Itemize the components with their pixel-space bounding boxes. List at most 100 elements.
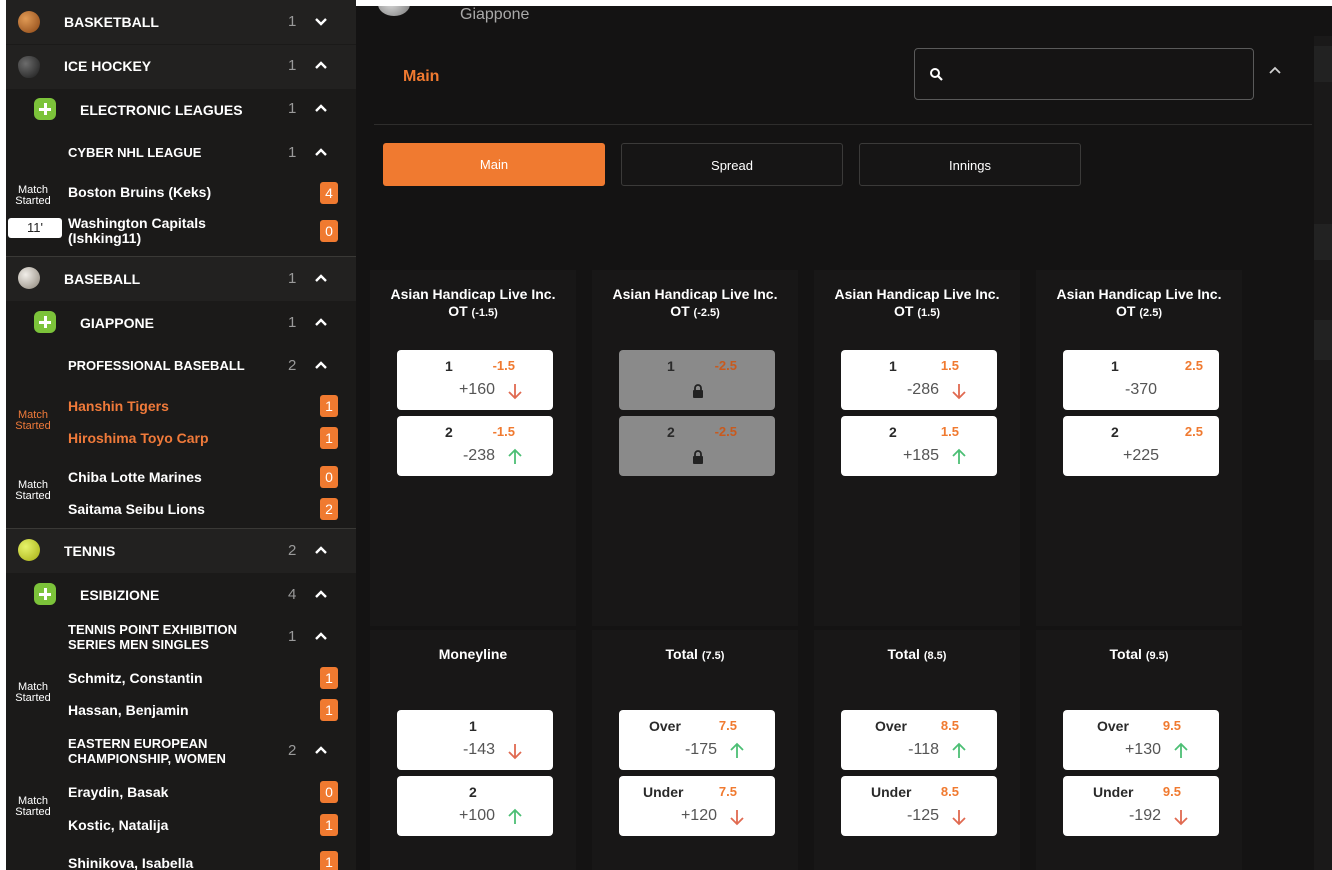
odd-button[interactable]: Under 9.5 -192 <box>1063 776 1219 836</box>
team-away: Saitama Seibu Lions <box>68 501 205 517</box>
outcome-label: 2 <box>1111 424 1119 440</box>
handicap-line: -1.5 <box>492 424 515 439</box>
odd-button[interactable]: Under 8.5 -125 <box>841 776 997 836</box>
side-scroll-strip <box>1314 36 1332 870</box>
category-electronic-leagues[interactable]: ELECTRONIC LEAGUES 1 <box>6 88 356 130</box>
sport-tennis[interactable]: TENNIS 2 <box>6 529 356 573</box>
odd-button[interactable]: 1 -1.5 +160 <box>397 350 553 410</box>
chevron-up-icon[interactable] <box>1266 62 1284 80</box>
app-root: BASKETBALL 1 ICE HOCKEY 1 ELECTRONIC LEA… <box>0 0 1332 870</box>
odds-price: -238 <box>462 447 495 464</box>
sports-sidebar: BASKETBALL 1 ICE HOCKEY 1 ELECTRONIC LEA… <box>6 0 356 870</box>
match-baseball-2[interactable]: Match Started Chiba Lotte Marines 0 Saita… <box>6 460 356 524</box>
odd-button[interactable]: 2 2.5 +225 <box>1063 416 1219 476</box>
score-away: 0 <box>320 220 338 242</box>
chevron-up-icon[interactable] <box>314 271 328 285</box>
odd-button[interactable]: 2 +100 <box>397 776 553 836</box>
odd-button[interactable]: 2 1.5 +185 <box>841 416 997 476</box>
team-away: Kostic, Natalija <box>68 817 169 833</box>
tennis-ball-icon <box>18 539 40 561</box>
team-away: Hiroshima Toyo Carp <box>68 430 209 446</box>
odd-button[interactable]: 1 1.5 -286 <box>841 350 997 410</box>
sport-label: BASEBALL <box>64 271 141 287</box>
chevron-up-icon[interactable] <box>314 58 328 72</box>
category-count: 1 <box>288 314 297 331</box>
category-label: ESIBIZIONE <box>80 587 160 603</box>
lock-icon <box>693 450 703 464</box>
market-title: Total (7.5) <box>665 646 725 662</box>
sport-count: 2 <box>288 542 297 559</box>
handicap-line: 1.5 <box>940 424 959 439</box>
handicap-line: -2.5 <box>714 424 737 439</box>
team-home: Shinikova, Isabella <box>68 855 194 870</box>
odds-price: +225 <box>1122 447 1160 464</box>
score-home: 1 <box>320 395 338 417</box>
tab-main[interactable]: Main <box>383 143 605 186</box>
team-avatar <box>378 6 410 16</box>
league-tennis-point[interactable]: TENNIS POINT EXHIBITION SERIES MEN SINGLE… <box>6 618 356 660</box>
arrow-up-icon <box>952 448 966 464</box>
league-cyber-nhl[interactable]: CYBER NHL LEAGUE 1 <box>6 132 356 172</box>
chevron-up-icon[interactable] <box>314 629 328 643</box>
odd-button[interactable]: Over 9.5 +130 <box>1063 710 1219 770</box>
match-tennis-2[interactable]: Match Started Eraydin, Basak 0 Kostic, Na… <box>6 776 356 840</box>
odd-button[interactable]: Over 8.5 -118 <box>841 710 997 770</box>
tab-spread[interactable]: Spread <box>621 143 843 186</box>
market-title: Total (9.5) <box>1109 646 1169 662</box>
league-count: 2 <box>288 742 297 759</box>
sport-count: 1 <box>288 13 297 30</box>
odd-button[interactable]: Over 7.5 -175 <box>619 710 775 770</box>
chevron-up-icon[interactable] <box>314 101 328 115</box>
tab-innings[interactable]: Innings <box>859 143 1081 186</box>
outcome-label: Over <box>1097 718 1129 734</box>
score-home: 0 <box>320 781 338 803</box>
market-asian-handicap-minus-1-5: Asian Handicap Live Inc. OT (-1.5) 1 -1.… <box>370 270 576 626</box>
category-esibizione[interactable]: ESIBIZIONE 4 <box>6 574 356 616</box>
outcome-label: Over <box>875 718 907 734</box>
market-title: Total (8.5) <box>887 646 947 662</box>
outcome-label: 1 <box>445 358 453 374</box>
hockey-puck-icon <box>18 56 40 78</box>
odd-button[interactable]: 1 -143 <box>397 710 553 770</box>
market-title: Asian Handicap Live Inc. OT (2.5) <box>1056 286 1222 319</box>
arrow-down-icon <box>508 384 522 400</box>
handicap-line: 2.5 <box>1184 424 1203 439</box>
score-home: 1 <box>320 851 338 870</box>
arrow-down-icon <box>1174 810 1188 826</box>
total-line: 8.5 <box>940 718 959 733</box>
league-professional-baseball[interactable]: PROFESSIONAL BASEBALL 2 <box>6 344 356 386</box>
sport-ice-hockey[interactable]: ICE HOCKEY 1 <box>6 45 356 89</box>
total-line: 9.5 <box>1162 784 1181 799</box>
league-label: TENNIS POINT EXHIBITION SERIES MEN SINGLE… <box>68 622 238 652</box>
chevron-up-icon[interactable] <box>314 315 328 329</box>
match-tennis-3[interactable]: Shinikova, Isabella 1 <box>6 846 356 870</box>
match-baseball-1[interactable]: Match Started Hanshin Tigers 1 Hiroshima … <box>6 390 356 454</box>
chevron-up-icon[interactable] <box>314 743 328 757</box>
team-away: Hassan, Benjamin <box>68 702 189 718</box>
score-home: 0 <box>320 466 338 488</box>
basketball-icon <box>18 11 40 33</box>
sport-basketball[interactable]: BASKETBALL 1 <box>6 0 356 44</box>
match-status: Match Started <box>15 479 51 502</box>
search-input[interactable] <box>914 48 1254 100</box>
category-giappone[interactable]: GIAPPONE 1 <box>6 302 356 344</box>
odd-button[interactable]: 2 -1.5 -238 <box>397 416 553 476</box>
chevron-down-icon[interactable] <box>314 15 328 29</box>
chevron-up-icon[interactable] <box>314 145 328 159</box>
chevron-up-icon[interactable] <box>314 543 328 557</box>
category-count: 4 <box>288 586 297 603</box>
market-total-7-5: Total (7.5) Over 7.5 -175 Under 7.5 +120 <box>592 630 798 870</box>
match-tennis-1[interactable]: Match Started Schmitz, Constantin 1 Hassa… <box>6 662 356 726</box>
sport-baseball[interactable]: BASEBALL 1 <box>6 257 356 301</box>
chevron-up-icon[interactable] <box>314 358 328 372</box>
sport-label: ICE HOCKEY <box>64 58 152 74</box>
sport-count: 1 <box>288 57 297 74</box>
chevron-up-icon[interactable] <box>314 587 328 601</box>
match-hockey[interactable]: Match Started 11' Boston Bruins (Keks) 4 … <box>6 176 356 252</box>
odd-button[interactable]: 1 2.5 -370 <box>1063 350 1219 410</box>
league-eastern-european[interactable]: EASTERN EUROPEAN CHAMPIONSHIP, WOMEN 2 <box>6 732 356 774</box>
arrow-up-icon <box>508 808 522 824</box>
odds-price: +100 <box>458 807 495 824</box>
outcome-label: 2 <box>469 784 477 800</box>
odd-button[interactable]: Under 7.5 +120 <box>619 776 775 836</box>
